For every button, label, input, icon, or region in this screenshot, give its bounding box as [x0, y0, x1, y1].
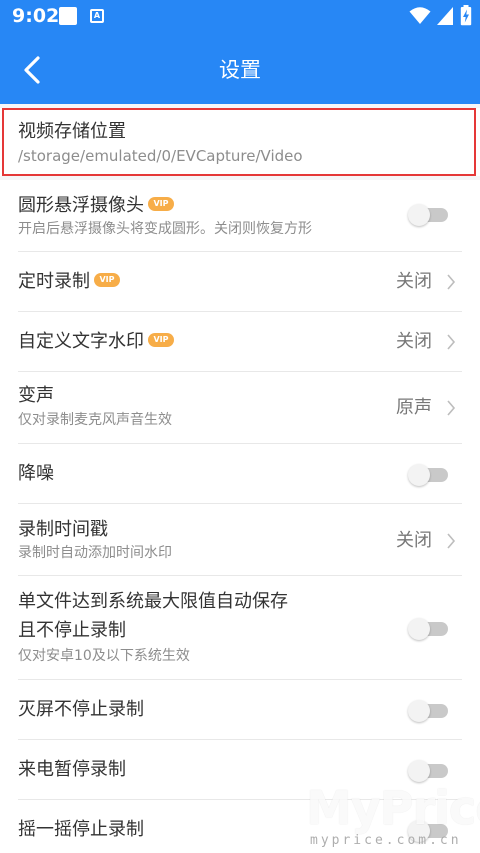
setting-title: 来电暂停录制 [18, 759, 126, 780]
toggle-switch[interactable] [408, 618, 448, 640]
setting-title: 录制时间戳 [18, 519, 108, 540]
setting-shake-to-stop[interactable]: 摇一摇停止录制 [0, 800, 480, 853]
setting-auto-save-max-file[interactable]: 单文件达到系统最大限值自动保存 且不停止录制 仅对安卓10及以下系统生效 [0, 576, 480, 680]
setting-title: 圆形悬浮摄像头 VIP [18, 194, 174, 218]
vip-badge: VIP [148, 197, 174, 211]
setting-recording-timestamp[interactable]: 录制时间戳 录制时自动添加时间水印 关闭 [0, 504, 480, 576]
setting-title: 定时录制 VIP [18, 270, 120, 294]
setting-title: 变声 [18, 385, 54, 406]
setting-title: 视频存储位置 [18, 121, 126, 142]
chevron-right-icon [447, 274, 456, 290]
setting-value: 关闭 [396, 271, 432, 292]
setting-title: 降噪 [18, 463, 54, 484]
setting-noise-reduction[interactable]: 降噪 [0, 444, 480, 504]
notification-square-icon [59, 7, 77, 25]
setting-title: 灭屏不停止录制 [18, 699, 144, 720]
cellular-signal-icon [437, 7, 453, 25]
battery-charging-icon [460, 5, 472, 26]
chevron-right-icon [447, 533, 456, 549]
setting-value: 关闭 [396, 331, 432, 352]
chevron-right-icon [447, 400, 456, 416]
settings-screen: 9:02 A 设置 视频存储位置 /storage/emulated/0/EVC… [0, 0, 480, 853]
toggle-switch[interactable] [408, 464, 448, 486]
page-title: 设置 [219, 58, 261, 82]
setting-value: 原声 [396, 397, 432, 418]
setting-subtitle: 仅对安卓10及以下系统生效 [18, 648, 190, 664]
app-bar: 9:02 A 设置 [0, 0, 480, 104]
setting-round-floating-camera[interactable]: 圆形悬浮摄像头 VIP 开启后悬浮摄像头将变成圆形。关闭则恢复方形 [0, 180, 480, 252]
wifi-icon [409, 7, 431, 24]
setting-scheduled-recording[interactable]: 定时录制 VIP 关闭 [0, 252, 480, 312]
vip-badge: VIP [94, 273, 120, 287]
setting-voice-changer[interactable]: 变声 仅对录制麦克风声音生效 原声 [0, 372, 480, 444]
toggle-switch[interactable] [408, 760, 448, 782]
setting-video-storage-location[interactable]: 视频存储位置 /storage/emulated/0/EVCapture/Vid… [0, 108, 480, 176]
setting-title-line: 且不停止录制 [18, 620, 126, 641]
setting-title: 摇一摇停止录制 [18, 819, 144, 840]
setting-screen-off-keep-recording[interactable]: 灭屏不停止录制 [0, 680, 480, 740]
setting-subtitle: 开启后悬浮摄像头将变成圆形。关闭则恢复方形 [18, 221, 312, 237]
setting-value: 关闭 [396, 530, 432, 551]
chevron-right-icon [447, 334, 456, 350]
setting-custom-text-watermark[interactable]: 自定义文字水印 VIP 关闭 [0, 312, 480, 372]
toggle-switch[interactable] [408, 700, 448, 722]
toggle-switch[interactable] [408, 204, 448, 226]
setting-subtitle: /storage/emulated/0/EVCapture/Video [18, 147, 303, 165]
toggle-switch[interactable] [408, 820, 448, 842]
notification-a-icon: A [90, 9, 104, 23]
status-time: 9:02 [12, 5, 60, 27]
setting-title-line: 单文件达到系统最大限值自动保存 [18, 591, 288, 612]
setting-title: 自定义文字水印 VIP [18, 330, 174, 354]
setting-subtitle: 仅对录制麦克风声音生效 [18, 412, 172, 428]
vip-badge: VIP [148, 333, 174, 347]
setting-pause-on-call[interactable]: 来电暂停录制 [0, 740, 480, 800]
setting-subtitle: 录制时自动添加时间水印 [18, 545, 172, 561]
status-bar: 9:02 A [0, 0, 480, 32]
